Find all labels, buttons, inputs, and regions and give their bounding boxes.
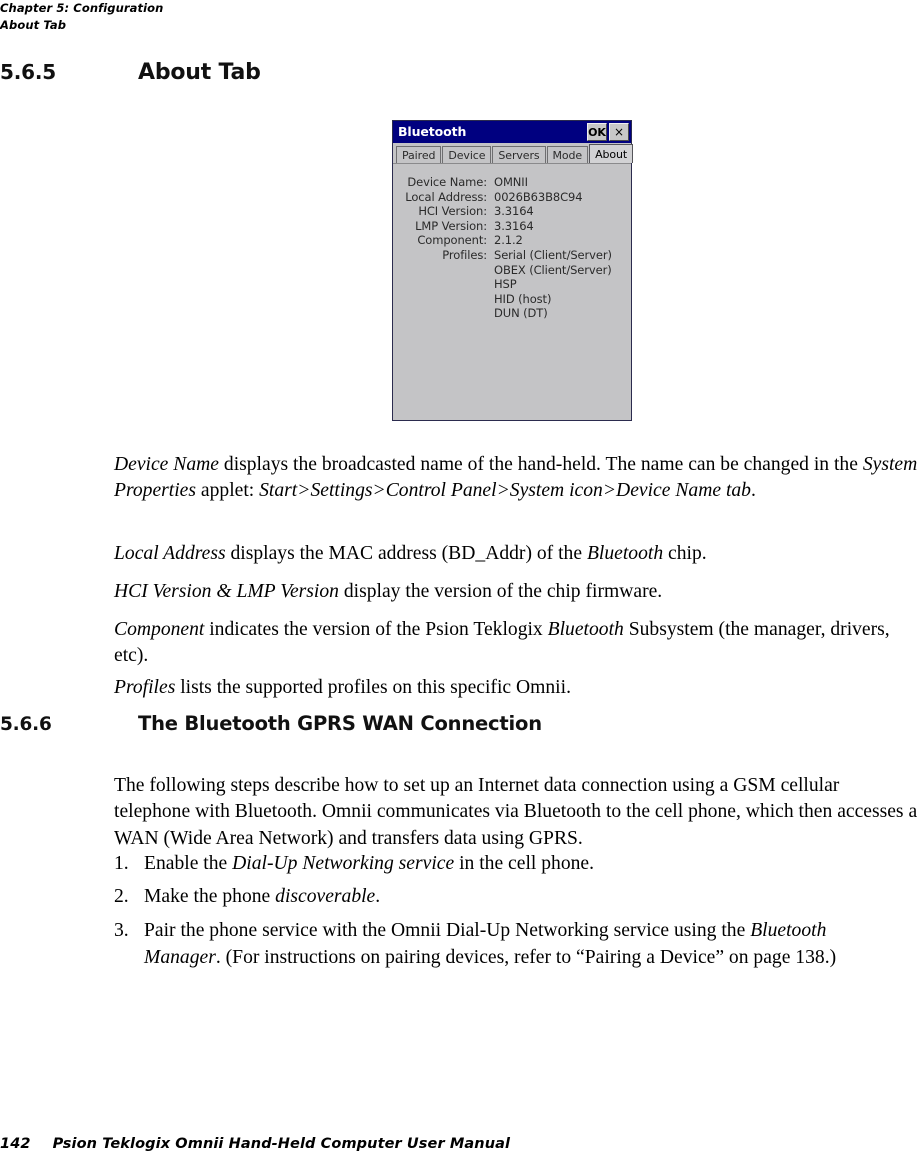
field-label: Component:	[417, 233, 487, 248]
list-marker: 1.	[114, 853, 129, 874]
step-text: Make the phone	[144, 886, 276, 907]
field-hci-version: HCI Version: 3.3164	[393, 204, 631, 219]
step-text: in the cell phone.	[454, 853, 595, 874]
term-hci-lmp-version: HCI Version & LMP Version	[114, 580, 339, 602]
bluetooth-about-dialog-figure: Bluetooth OK × Paired Device Servers Mod…	[392, 120, 634, 421]
term-component: Component	[114, 618, 205, 640]
field-component: Component: 2.1.2	[393, 233, 631, 248]
profiles-list: Serial (Client/Server) OBEX (Client/Serv…	[494, 248, 631, 321]
profile-item: DUN (DT)	[494, 306, 548, 321]
close-icon[interactable]: ×	[609, 123, 629, 141]
dialog-titlebar-buttons: OK ×	[587, 123, 629, 141]
field-local-address: Local Address: 0026B63B8C94	[393, 190, 631, 205]
paragraph-text: displays the MAC address (BD_Addr) of th…	[225, 542, 587, 564]
manual-title: Psion Teklogix Omnii Hand-Held Computer …	[52, 1136, 511, 1152]
tab-about[interactable]: About	[589, 144, 634, 163]
section-title: About Tab	[138, 60, 261, 85]
paragraph-versions: HCI Version & LMP Version display the ve…	[114, 579, 918, 606]
section-number: 5.6.6	[0, 714, 52, 735]
tab-device[interactable]: Device	[442, 146, 492, 163]
paragraph-text: .	[750, 480, 756, 502]
paragraph-text: indicates the version of the Psion Teklo…	[204, 618, 548, 640]
field-label: Device Name:	[407, 175, 487, 189]
list-marker: 3.	[114, 920, 129, 941]
page-running-header: Chapter 5: Configuration About Tab	[0, 0, 400, 34]
profile-item: OBEX (Client/Server)	[494, 262, 612, 277]
paragraph-text: lists the supported profiles on this spe…	[175, 676, 571, 698]
list-item-step-3: 3. Pair the phone service with the Omnii…	[114, 918, 844, 971]
field-label: LMP Version:	[415, 218, 487, 233]
menu-path: Start>Settings>Control Panel>System icon…	[259, 480, 751, 502]
header-chapter-line: Chapter 5: Configuration	[0, 1, 164, 15]
about-tab-panel: Device Name: OMNII Local Address: 0026B6…	[393, 163, 631, 419]
tab-servers[interactable]: Servers	[492, 146, 546, 163]
page-number: 142	[0, 1136, 31, 1152]
list-item-step-2: 2. Make the phone discoverable.	[114, 884, 918, 911]
step-text: . (For instructions on pairing devices, …	[215, 946, 837, 968]
section-heading-about-tab: 5.6.5 About Tab	[0, 60, 261, 85]
paragraph-text: chip.	[663, 542, 707, 564]
dialog-title: Bluetooth	[398, 124, 467, 139]
list-item-text: Pair the phone service with the Omnii Di…	[144, 918, 844, 971]
profile-item: HSP	[494, 277, 517, 292]
field-value: OMNII	[494, 175, 528, 189]
field-lmp-version: LMP Version: 3.3164	[393, 219, 631, 234]
list-item-step-1: 1. Enable the Dial-Up Networking service…	[114, 851, 918, 878]
step-text: Enable the	[144, 853, 233, 874]
section-title: The Bluetooth GPRS WAN Connection	[138, 712, 542, 735]
paragraph-text: applet:	[196, 480, 260, 502]
paragraph-text: displays the broadcasted name of the han…	[219, 453, 863, 475]
profile-item: HID (host)	[494, 291, 552, 306]
step-text: Pair the phone service with the Omnii Di…	[144, 920, 751, 941]
list-item-text: Make the phone discoverable.	[144, 884, 918, 911]
paragraph-gprs-intro: The following steps describe how to set …	[114, 774, 918, 849]
list-item-text: Enable the Dial-Up Networking service in…	[144, 851, 918, 878]
tab-mode[interactable]: Mode	[546, 146, 589, 163]
tab-paired[interactable]: Paired	[396, 146, 442, 163]
paragraph-component: Component indicates the version of the P…	[114, 617, 918, 670]
field-label: HCI Version:	[418, 204, 487, 219]
step-text: .	[375, 886, 381, 907]
dialog-titlebar: Bluetooth OK ×	[393, 121, 631, 143]
term-profiles: Profiles	[114, 676, 176, 698]
paragraph-local-address: Local Address displays the MAC address (…	[114, 541, 918, 568]
ok-button[interactable]: OK	[587, 123, 607, 141]
profile-item: Serial (Client/Server)	[494, 247, 612, 262]
field-label: Local Address:	[405, 189, 487, 204]
section-heading-gprs: 5.6.6 The Bluetooth GPRS WAN Connection	[0, 712, 542, 735]
field-value: 2.1.2	[494, 233, 523, 248]
field-value: 0026B63B8C94	[494, 189, 583, 204]
dialog-tabstrip: Paired Device Servers Mode About	[393, 143, 634, 163]
paragraph-profiles: Profiles lists the supported profiles on…	[114, 675, 918, 702]
field-device-name: Device Name: OMNII	[393, 175, 631, 190]
field-label: Profiles:	[442, 247, 487, 262]
step-emphasis: discoverable	[275, 886, 376, 907]
step-emphasis: Dial-Up Networking service	[232, 853, 455, 874]
term-bluetooth: Bluetooth	[547, 618, 624, 640]
term-local-address: Local Address	[114, 542, 226, 564]
list-marker: 2.	[114, 886, 129, 907]
section-number: 5.6.5	[0, 60, 56, 84]
field-value: 3.3164	[494, 218, 534, 233]
field-value: 3.3164	[494, 204, 534, 219]
header-section-line: About Tab	[0, 18, 67, 32]
term-device-name: Device Name	[114, 453, 219, 475]
field-profiles: Profiles: Serial (Client/Server) OBEX (C…	[393, 248, 631, 321]
paragraph-text: display the version of the chip firmware…	[338, 580, 663, 602]
term-bluetooth: Bluetooth	[586, 542, 664, 564]
paragraph-device-name: Device Name displays the broadcasted nam…	[114, 452, 918, 505]
page-footer: 142 Psion Teklogix Omnii Hand-Held Comput…	[0, 1136, 510, 1152]
